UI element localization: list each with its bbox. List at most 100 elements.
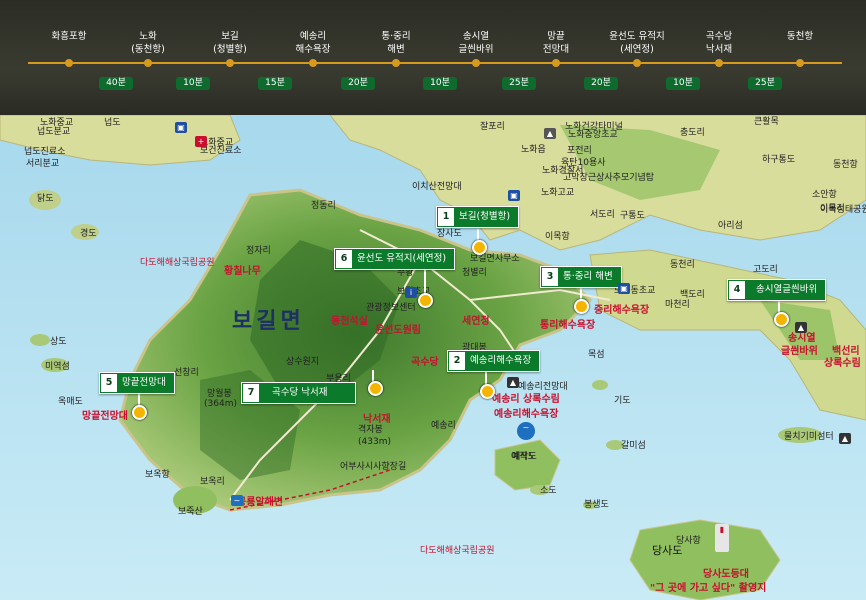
place-label: 경도 <box>80 229 97 239</box>
place-label: 갈미섬 <box>621 441 646 451</box>
place-label: 마천리 <box>665 300 690 310</box>
place-label: 격자봉 <box>358 425 383 435</box>
landmark-label: 예송리 상록수림 <box>492 394 560 405</box>
place-label: 이치산전망대 <box>412 182 462 192</box>
place-label: 소안항 <box>812 190 837 200</box>
landmark-label: 공룡알해변 <box>237 497 283 508</box>
route-stop[interactable]: 윤선도 유적지 (세연정) <box>592 30 682 56</box>
route-stop[interactable]: 곡수당 낙서재 <box>674 30 764 56</box>
place-label: 관광정보센터 <box>366 303 416 313</box>
route-duration: 15분 <box>258 77 292 90</box>
route-duration: 25분 <box>748 77 782 90</box>
place-label: 고도리 <box>753 265 778 275</box>
landmark-label: 백선리 <box>832 346 860 357</box>
callout-3-pin[interactable] <box>574 299 589 314</box>
info-center-icon: i <box>405 287 417 298</box>
route-stop-name: 예송리 <box>299 31 327 42</box>
route-duration: 10분 <box>176 77 210 90</box>
callout-5-pin[interactable] <box>132 405 147 420</box>
landmark-label: 낙서재 <box>363 414 391 425</box>
route-stop-name: 윤선도 유적지 <box>609 31 665 42</box>
route-dot <box>633 59 641 67</box>
route-duration: 20분 <box>584 77 618 90</box>
place-label: 보옥항 <box>145 470 170 480</box>
place-label: 닭도 <box>37 194 54 204</box>
route-stop[interactable]: 망끝전망대 <box>511 30 601 56</box>
place-label: 물치기미섬터 <box>784 432 834 442</box>
landmark-label: 통리해수욕장 <box>540 320 596 331</box>
place-label: 아리섬 <box>718 221 743 231</box>
route-stop-sub: 해수욕장 <box>295 44 331 55</box>
place-label: (364m) <box>204 399 237 409</box>
callout-6[interactable]: 6 윤선도 유적지(세연정) <box>334 248 456 270</box>
callout-4-pin[interactable] <box>774 312 789 327</box>
route-stop-sub: (세연정) <box>620 44 654 55</box>
monument-icon: ▲ <box>544 128 556 139</box>
place-label: 소도 <box>540 486 557 496</box>
callout-7[interactable]: 7 곡수당 낙서재 <box>241 382 357 404</box>
route-duration: 10분 <box>666 77 700 90</box>
place-label: 예송리전망대 <box>518 382 568 392</box>
place-label: 상도 <box>50 337 67 347</box>
place-label: 서리분교 <box>26 159 60 169</box>
place-label: 청별리 <box>462 268 487 278</box>
landmark-label: 황칠나무 <box>224 266 261 277</box>
route-stop-sub: (동천항) <box>131 44 165 55</box>
route-stop-sub: 전망대 <box>542 44 570 55</box>
hospital-icon: + <box>195 136 207 147</box>
park-label: 다도해해상국립공원 <box>420 546 495 556</box>
place-label: 하구통도 <box>762 155 796 165</box>
beach-icon: ~ <box>517 422 535 440</box>
place-label: (433m) <box>358 437 391 447</box>
place-label: 노화읍 <box>521 145 546 155</box>
route-dot <box>552 59 560 67</box>
callout-2[interactable]: 2 예송리해수욕장 <box>447 350 541 372</box>
callout-7-pin[interactable] <box>368 381 383 396</box>
landmark-label: 상록수림 <box>824 358 861 369</box>
lighthouse-icon: ▮ <box>715 524 729 552</box>
place-label: 넙도진료소 <box>24 147 66 157</box>
callout-6-pin[interactable] <box>418 293 433 308</box>
place-label: 보옥리 <box>200 477 225 487</box>
route-stop[interactable]: 예송리해수욕장 <box>268 30 358 56</box>
route-stop-name: 노화 <box>139 31 157 42</box>
callout-1[interactable]: 1 보길(청별항) <box>436 206 520 228</box>
place-label: 노화건강타미널 <box>565 122 623 132</box>
park-label: 다도해해상국립공원 <box>140 258 215 268</box>
place-label: 예작도 <box>512 452 537 462</box>
place-label: 어부사시사향장길 <box>340 462 407 472</box>
route-dot <box>65 59 73 67</box>
route-dot <box>796 59 804 67</box>
place-label: 예송리 <box>431 421 456 431</box>
place-label: 큰활목 <box>754 117 779 127</box>
route-stop[interactable]: 보길 (청별항) <box>185 30 275 56</box>
callout-5[interactable]: 5 망끝전망대 <box>99 372 175 394</box>
landmark-label: 망끝전망대 <box>82 411 128 422</box>
route-stop-name: 통·중리 <box>381 31 411 42</box>
place-label: 노화경찰서 <box>542 166 584 176</box>
landmark-label: 글씐바위 <box>781 346 818 357</box>
route-stop[interactable]: 동천항 <box>755 30 845 43</box>
landmark-label: 윤선도원림 <box>375 325 421 336</box>
landmark-label: 동천석실 <box>331 316 368 327</box>
place-label: 넙도 <box>104 118 121 128</box>
place-label: 노화고교 <box>541 188 575 198</box>
callout-1-pin[interactable] <box>472 240 487 255</box>
route-stop[interactable]: 통·중리해변 <box>351 30 441 56</box>
route-stop-name: 동천항 <box>786 31 814 42</box>
callout-3[interactable]: 3 통·중리 해변 <box>540 266 622 288</box>
school-icon: ▣ <box>618 283 630 294</box>
place-label: 동천리 <box>670 260 695 270</box>
route-stop[interactable]: 화흥포항 <box>24 30 114 43</box>
route-stop-sub: 해변 <box>387 44 405 55</box>
route-stop-sub: 글씐바위 <box>458 44 494 55</box>
route-stop[interactable]: 송시열글씐바위 <box>431 30 521 56</box>
landmark-label: 곡수당 <box>411 357 439 368</box>
route-stop-name: 송시열 <box>462 31 490 42</box>
route-stop[interactable]: 노화 (동천항) <box>103 30 193 56</box>
callout-4[interactable]: 4 송시열글씐바위 <box>727 279 827 301</box>
route-stop-name: 망끝 <box>547 31 565 42</box>
callout-2-pin[interactable] <box>480 384 495 399</box>
place-label: 봉생도 <box>584 500 609 510</box>
landmark-label: 예송리해수욕장 <box>494 409 559 420</box>
